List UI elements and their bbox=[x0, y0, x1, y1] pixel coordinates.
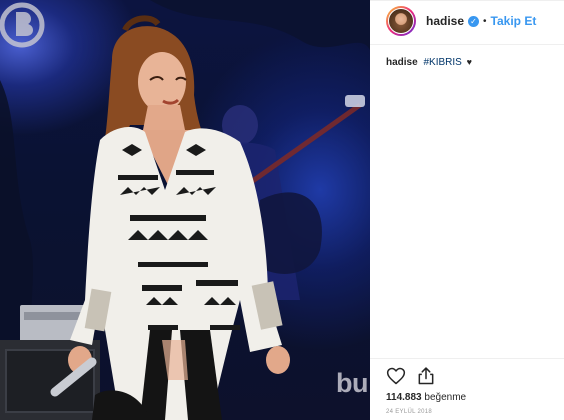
follow-button[interactable]: Takip Et bbox=[491, 14, 537, 28]
caption-username[interactable]: hadise bbox=[386, 57, 418, 68]
caption-hashtag-link[interactable]: #KIBRIS bbox=[423, 57, 461, 68]
post-date[interactable]: 24 EYLÜL 2018 bbox=[386, 409, 432, 415]
post-actions bbox=[386, 366, 436, 386]
sidebar-top-border bbox=[370, 0, 564, 1]
watermark-text: bu bbox=[336, 368, 369, 398]
header-divider bbox=[370, 44, 564, 45]
share-icon[interactable] bbox=[416, 366, 436, 386]
heart-emoji: ♥ bbox=[466, 57, 472, 67]
post-photo[interactable] bbox=[0, 0, 370, 420]
actions-divider bbox=[370, 358, 564, 359]
avatar[interactable] bbox=[388, 8, 414, 34]
instagram-post: bu hadise ✓ • Takip Et hadise #KIBRIS ♥ … bbox=[0, 0, 564, 420]
header-username[interactable]: hadise bbox=[426, 14, 464, 28]
likes-number: 114.883 bbox=[386, 392, 422, 403]
header-separator: • bbox=[483, 15, 487, 27]
post-caption: hadise #KIBRIS ♥ bbox=[386, 57, 472, 68]
post-header: hadise ✓ • Takip Et bbox=[386, 4, 536, 38]
likes-count[interactable]: 114.883 beğenme bbox=[386, 392, 466, 403]
heart-icon[interactable] bbox=[386, 366, 406, 386]
likes-label: beğenme bbox=[424, 392, 467, 403]
stage-performer-illustration bbox=[0, 0, 370, 420]
avatar-story-ring[interactable] bbox=[386, 6, 416, 36]
verified-badge-icon: ✓ bbox=[468, 15, 480, 27]
watermark-logo-icon bbox=[0, 2, 45, 48]
